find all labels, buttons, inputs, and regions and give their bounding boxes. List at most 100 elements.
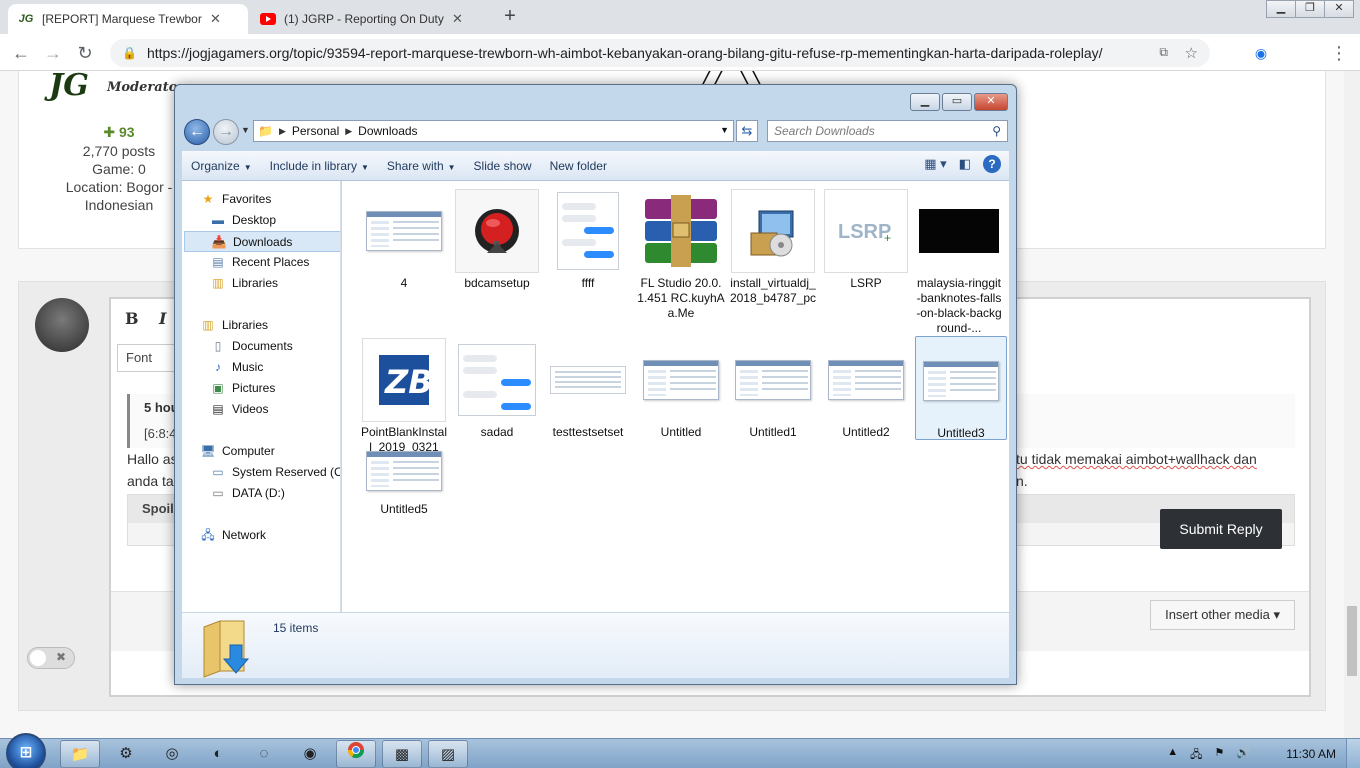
chevron-right-icon[interactable]: ▶ <box>279 126 286 137</box>
italic-button[interactable]: I <box>159 309 166 328</box>
chevron-right-icon[interactable]: ▶ <box>345 126 352 137</box>
preview-pane-icon[interactable]: ◧ <box>959 156 971 172</box>
firefox-taskbar-icon[interactable]: ◐ <box>198 740 238 768</box>
file-item[interactable]: ffff <box>544 189 632 291</box>
pointblank-icon: ZB <box>362 338 446 422</box>
close-icon[interactable]: ✕ <box>1324 0 1354 18</box>
new-tab-button[interactable]: + <box>497 4 523 30</box>
avatar[interactable] <box>35 298 89 352</box>
change-view-icon[interactable]: ▦ ▾ <box>924 156 946 172</box>
close-tab-icon[interactable]: ✕ <box>452 11 463 27</box>
minimize-icon[interactable]: ▁ <box>1266 0 1296 18</box>
file-item[interactable]: 4 <box>360 189 448 291</box>
maximize-icon[interactable]: ▭ <box>942 93 972 111</box>
chevron-down-icon[interactable]: ▼ <box>720 125 729 135</box>
file-item[interactable]: FL Studio 20.0.1.451 RC.kuyhAa.Me <box>637 189 725 321</box>
nav-desktop[interactable]: ▬ Desktop <box>210 210 340 231</box>
notify-toggle[interactable]: ✖ <box>27 647 75 669</box>
volume-icon[interactable]: 🔊 <box>1236 746 1250 765</box>
address-bar[interactable]: 🔒 https://jogjagamers.org/topic/93594-re… <box>110 39 1210 67</box>
bookmark-star-icon[interactable]: ☆ <box>1185 44 1198 62</box>
nav-documents[interactable]: ▯ Documents <box>210 336 340 357</box>
control-panel-taskbar-icon[interactable]: ⚙ <box>106 740 146 768</box>
music-icon: ♪ <box>215 360 221 374</box>
explorer-address-bar[interactable]: 📁 ▶ Personal ▶ Downloads ▼ <box>253 120 734 142</box>
action-center-flag-icon[interactable]: ⚑ <box>1214 746 1224 765</box>
file-item[interactable]: sadad <box>453 338 541 440</box>
reload-icon[interactable]: ↻ <box>72 40 98 66</box>
show-desktop-button[interactable] <box>1346 739 1360 768</box>
refresh-icon[interactable]: ⇆ <box>736 120 758 142</box>
back-arrow-icon[interactable]: ← <box>184 119 210 145</box>
help-icon[interactable]: ? <box>983 155 1001 173</box>
steam-taskbar-icon[interactable]: ◎ <box>152 740 192 768</box>
file-item[interactable]: testtestsetset <box>544 338 632 440</box>
forward-arrow-icon[interactable]: → <box>213 119 239 145</box>
file-item[interactable]: LSRP + LSRP <box>822 189 910 291</box>
file-item[interactable]: ZB PointBlankInstall_2019_0321 <box>360 338 448 455</box>
libraries-icon: ▥ <box>202 318 214 332</box>
browser-tab-youtube[interactable]: (1) JGRP - Reporting On Duty #1 ✕ <box>250 4 490 34</box>
file-item[interactable]: Untitled1 <box>729 338 817 440</box>
app-taskbar-icon[interactable]: ◉ <box>290 740 330 768</box>
translate-icon[interactable]: ⧉ <box>1159 45 1168 60</box>
nav-libraries[interactable]: ▥ Libraries <box>200 315 340 336</box>
close-icon[interactable]: ✕ <box>974 93 1008 111</box>
slide-show-button[interactable]: Slide show <box>465 159 541 173</box>
nav-network[interactable]: 🖧 Network <box>200 525 340 546</box>
page-scrollbar[interactable] <box>1344 71 1360 738</box>
url-text[interactable]: https://jogjagamers.org/topic/93594-repo… <box>147 45 1167 61</box>
nav-libraries-favorite[interactable]: ▥ Libraries <box>210 273 340 294</box>
breadcrumb-downloads[interactable]: Downloads <box>358 124 417 138</box>
file-item[interactable]: Untitled <box>637 338 725 440</box>
file-item[interactable]: Untitled2 <box>822 338 910 440</box>
nav-music[interactable]: ♪ Music <box>210 357 340 378</box>
file-item[interactable]: bdcamsetup <box>453 189 541 291</box>
nav-data-drive[interactable]: ▭ DATA (D:) <box>210 483 340 504</box>
game-taskbar-icon[interactable]: ▨ <box>428 740 468 768</box>
font-select[interactable]: Font <box>117 344 177 372</box>
nav-videos[interactable]: ▤ Videos <box>210 399 340 420</box>
chrome-taskbar-icon[interactable] <box>336 740 376 768</box>
new-folder-button[interactable]: New folder <box>541 159 616 173</box>
show-hidden-icons-icon[interactable]: ▲ <box>1167 746 1178 765</box>
nav-favorites[interactable]: ★ Favorites <box>200 189 340 210</box>
file-item[interactable]: malaysia-ringgit-banknotes-falls-on-blac… <box>915 189 1003 336</box>
file-item[interactable]: install_virtualdj_2018_b4787_pc <box>729 189 817 306</box>
game-taskbar-icon[interactable]: ▩ <box>382 740 422 768</box>
network-tray-icon[interactable]: 🖧 <box>1190 746 1202 765</box>
search-icon[interactable]: ⚲ <box>992 121 1001 141</box>
organize-button[interactable]: Organize ▼ <box>182 159 261 173</box>
start-button[interactable]: ⊞ <box>6 733 46 768</box>
submit-reply-button[interactable]: Submit Reply <box>1160 509 1282 549</box>
nav-system-reserved[interactable]: ▭ System Reserved (C: <box>210 462 340 483</box>
breadcrumb-personal[interactable]: Personal <box>292 124 339 138</box>
back-arrow-icon[interactable]: ← <box>8 40 34 66</box>
app-taskbar-icon[interactable]: ◌ <box>244 740 284 768</box>
restore-icon[interactable]: ❐ <box>1295 0 1325 18</box>
browser-tab-report[interactable]: JG [REPORT] Marquese Trewborn (W ✕ <box>8 4 248 34</box>
explorer-window[interactable]: ▁ ▭ ✕ ← → ▼ 📁 ▶ Personal ▶ Downloads ▼ ⇆… <box>174 84 1017 685</box>
extension-icon[interactable]: ◉ <box>1248 40 1274 66</box>
file-item-selected[interactable]: Untitled3 <box>915 336 1007 440</box>
nav-recent-places[interactable]: ▤ Recent Places <box>210 252 340 273</box>
minimize-icon[interactable]: ▁ <box>910 93 940 111</box>
bold-button[interactable]: B <box>125 309 139 328</box>
close-tab-icon[interactable]: ✕ <box>210 11 221 27</box>
scrollbar-thumb[interactable] <box>1347 606 1357 676</box>
menu-dots-icon[interactable]: ⋮ <box>1326 40 1352 66</box>
search-input[interactable]: Search Downloads ⚲ <box>767 120 1008 142</box>
clock[interactable]: 11:30 AM <box>1286 747 1336 761</box>
nav-pictures[interactable]: ▣ Pictures <box>210 378 340 399</box>
nav-computer[interactable]: 🖥 Computer <box>200 441 340 462</box>
explorer-taskbar-icon[interactable]: 📁 <box>60 740 100 768</box>
recent-pages-dropdown-icon[interactable]: ▼ <box>241 125 250 135</box>
forward-arrow-icon[interactable]: → <box>40 40 66 66</box>
toggle-knob <box>30 650 46 666</box>
nav-downloads[interactable]: 📥 Downloads <box>184 231 340 252</box>
insert-media-button[interactable]: Insert other media ▾ <box>1150 600 1295 630</box>
share-with-button[interactable]: Share with ▼ <box>378 159 465 173</box>
include-in-library-button[interactable]: Include in library ▼ <box>261 159 378 173</box>
file-item[interactable]: Untitled5 <box>360 443 448 517</box>
jg-favicon-icon: JG <box>18 13 34 25</box>
